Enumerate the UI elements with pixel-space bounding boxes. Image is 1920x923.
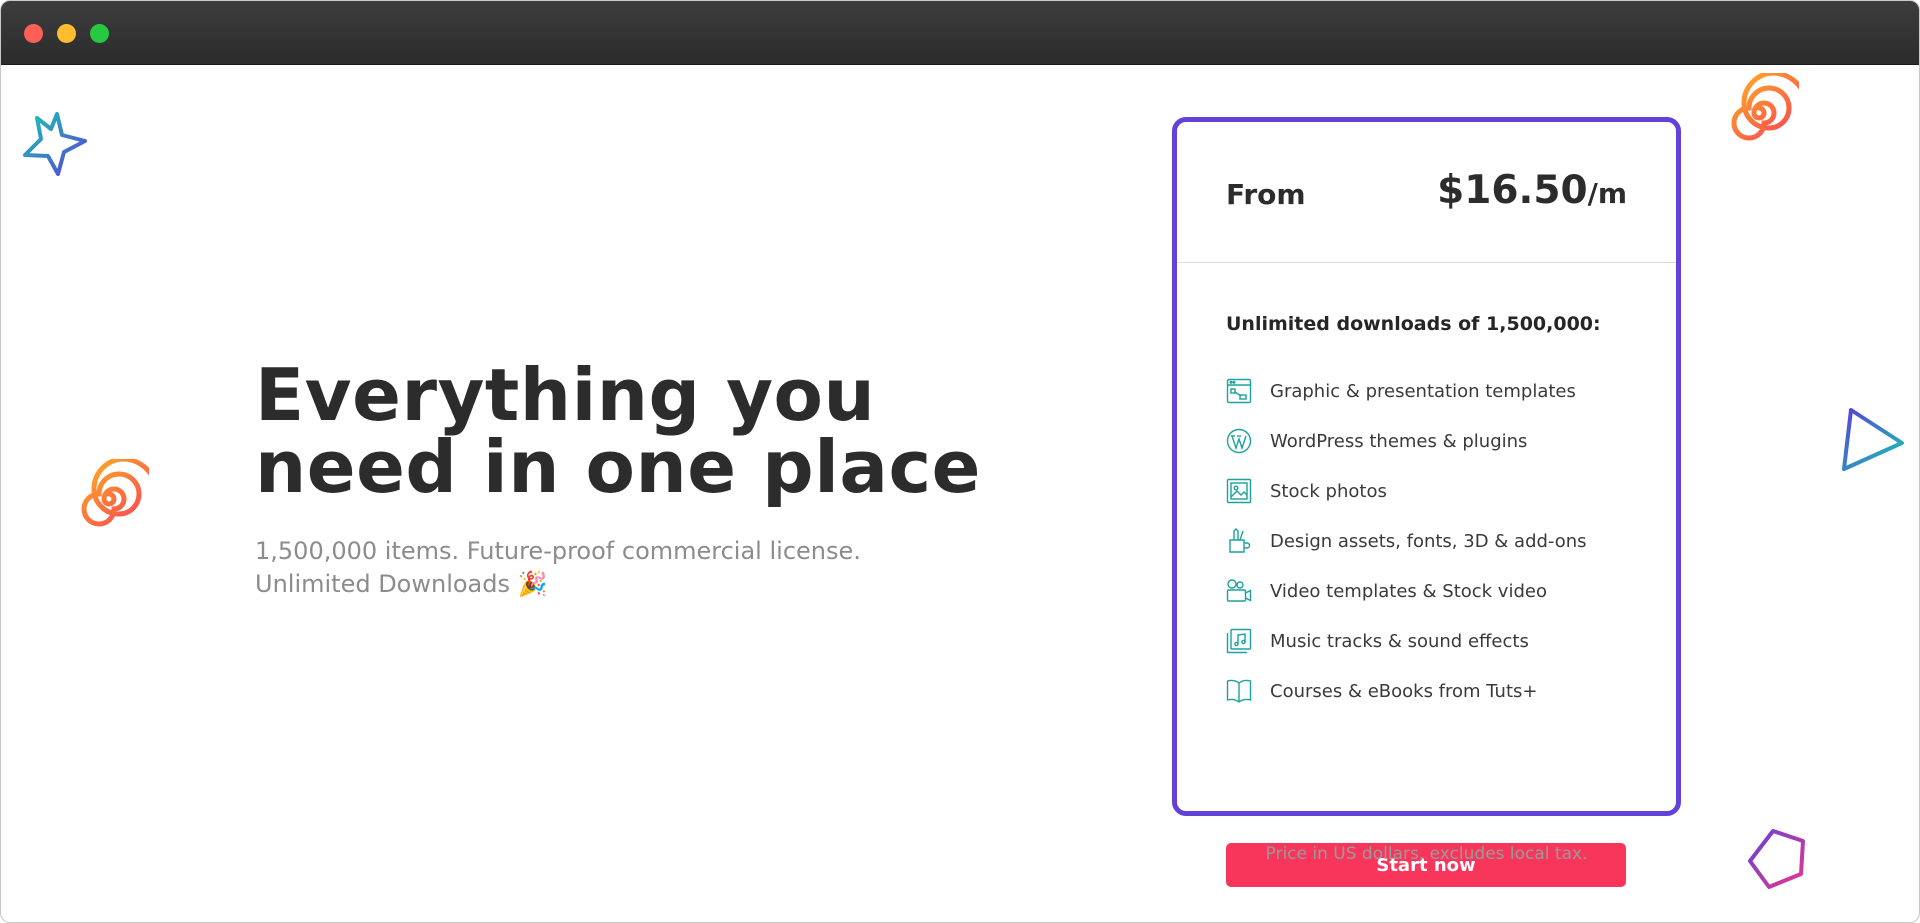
feature-label: Video templates & Stock video bbox=[1270, 580, 1547, 602]
feature-item: Video templates & Stock video bbox=[1226, 566, 1587, 616]
minimize-window-button[interactable] bbox=[57, 24, 76, 43]
feature-item: Design assets, fonts, 3D & add-ons bbox=[1226, 516, 1587, 566]
price-note: Price in US dollars, excludes local tax. bbox=[1265, 844, 1588, 864]
title-line-2: need in one place bbox=[255, 425, 981, 509]
spiral-decoration-icon bbox=[81, 459, 149, 527]
feature-item: Courses & eBooks from Tuts+ bbox=[1226, 666, 1587, 716]
photo-icon bbox=[1226, 478, 1252, 504]
hero-section: Everything you need in one place 1,500,0… bbox=[255, 359, 1015, 601]
video-camera-icon bbox=[1226, 578, 1252, 604]
price-amount: $16.50 bbox=[1437, 168, 1588, 213]
subtitle-line-1: 1,500,000 items. Future-proof commercial… bbox=[255, 537, 861, 565]
feature-label: WordPress themes & plugins bbox=[1270, 430, 1528, 452]
pricing-card: From $16.50/m Unlimited downloads of 1,5… bbox=[1172, 117, 1681, 887]
spiral-decoration-icon bbox=[1731, 73, 1799, 141]
feature-label: Design assets, fonts, 3D & add-ons bbox=[1270, 530, 1587, 552]
star-decoration-icon bbox=[23, 112, 87, 176]
feature-list: Graphic & presentation templates WordPre… bbox=[1226, 366, 1587, 716]
title-bar bbox=[1, 1, 1919, 65]
page-title: Everything you need in one place bbox=[255, 359, 1015, 503]
book-icon bbox=[1226, 678, 1252, 704]
feature-label: Courses & eBooks from Tuts+ bbox=[1270, 680, 1538, 702]
graphic-template-icon bbox=[1226, 378, 1252, 404]
pricing-header: From $16.50/m bbox=[1177, 122, 1676, 263]
subtitle-line-2: Unlimited Downloads 🎉 bbox=[255, 570, 548, 598]
feature-label: Graphic & presentation templates bbox=[1270, 380, 1576, 402]
feature-label: Music tracks & sound effects bbox=[1270, 630, 1529, 652]
pentagon-decoration-icon bbox=[1748, 829, 1805, 889]
feature-item: WordPress themes & plugins bbox=[1226, 416, 1587, 466]
price-period: /m bbox=[1587, 177, 1627, 210]
from-label: From bbox=[1226, 178, 1306, 211]
wordpress-icon bbox=[1226, 428, 1252, 454]
page-subtitle: 1,500,000 items. Future-proof commercial… bbox=[255, 535, 1015, 601]
design-assets-icon bbox=[1226, 528, 1252, 554]
feature-item: Stock photos bbox=[1226, 466, 1587, 516]
triangle-decoration-icon bbox=[1842, 408, 1904, 471]
price-value: $16.50/m bbox=[1437, 168, 1627, 213]
music-icon bbox=[1226, 628, 1252, 654]
feature-label: Stock photos bbox=[1270, 480, 1387, 502]
features-headline: Unlimited downloads of 1,500,000: bbox=[1226, 313, 1601, 335]
close-window-button[interactable] bbox=[24, 24, 43, 43]
browser-window: Everything you need in one place 1,500,0… bbox=[0, 0, 1920, 923]
maximize-window-button[interactable] bbox=[90, 24, 109, 43]
feature-item: Graphic & presentation templates bbox=[1226, 366, 1587, 416]
feature-item: Music tracks & sound effects bbox=[1226, 616, 1587, 666]
